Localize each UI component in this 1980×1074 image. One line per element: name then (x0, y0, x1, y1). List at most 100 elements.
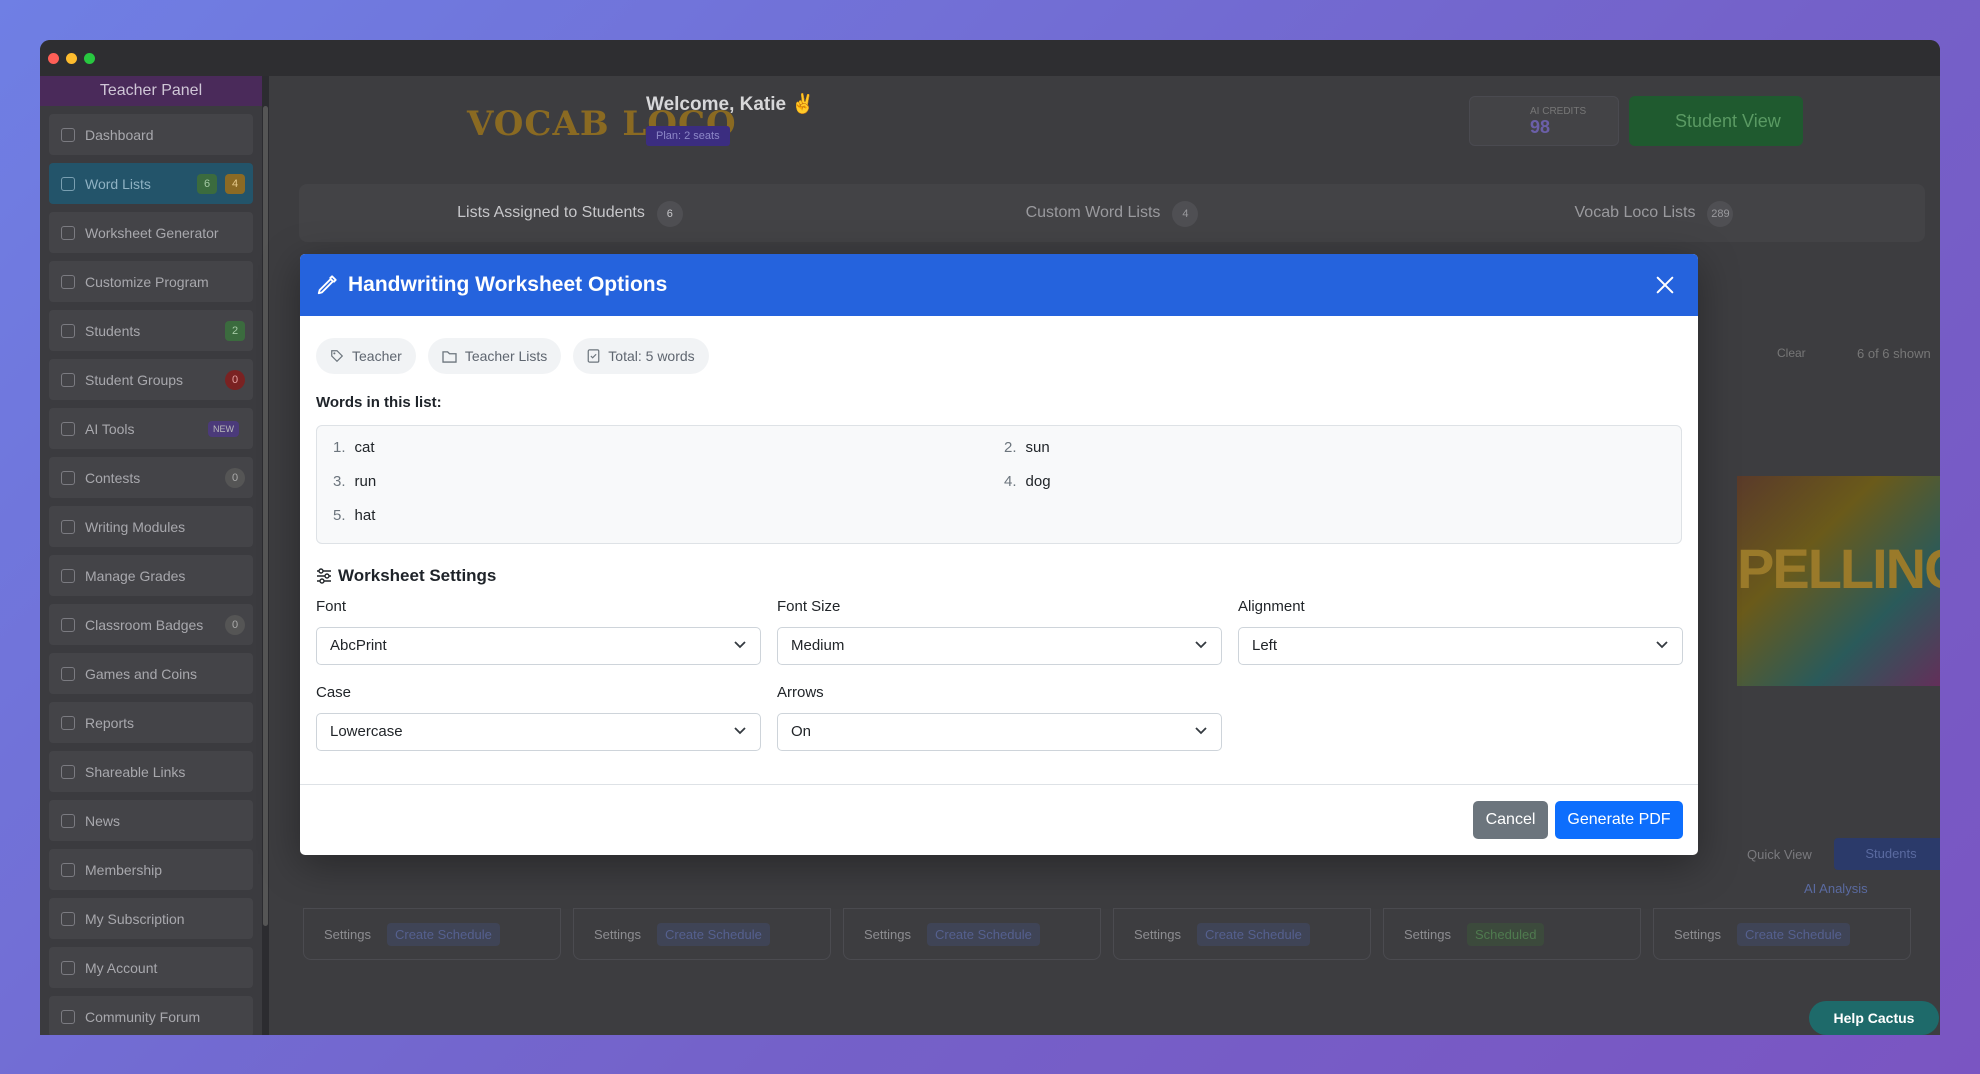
pencil-icon (317, 275, 337, 295)
info-icon (61, 1009, 75, 1024)
handwriting-worksheet-modal: Handwriting Worksheet Options Teacher Te… (300, 254, 1698, 855)
sidebar-item-contests[interactable]: Contests 0 (49, 457, 253, 498)
word-item: 2. sun (1004, 439, 1050, 456)
total-words-chip: Total: 5 words (573, 338, 709, 374)
title-bar (40, 40, 1940, 76)
quick-view-button[interactable]: Quick View (1747, 847, 1812, 862)
sidebar-item-manage-grades[interactable]: Manage Grades (49, 555, 253, 596)
ai-credits-value: 98 (1530, 117, 1551, 137)
modal-header: Handwriting Worksheet Options (300, 254, 1698, 316)
group-icon (61, 372, 75, 387)
create-schedule-button[interactable]: Create Schedule (1196, 922, 1310, 946)
sidebar-item-customize-program[interactable]: Customize Program (49, 261, 253, 302)
sidebar-item-community-forum[interactable]: Community Forum (49, 996, 253, 1035)
dashboard-icon (61, 127, 75, 142)
sliders-icon (61, 274, 75, 289)
settings-button[interactable]: Settings (1674, 927, 1721, 942)
sidebar-title: Teacher Panel (40, 76, 262, 106)
sidebar-item-worksheet-generator[interactable]: Worksheet Generator (49, 212, 253, 253)
word-item: 3. run (333, 473, 377, 490)
sidebar-item-reports[interactable]: Reports (49, 702, 253, 743)
count-badge: 0 (225, 370, 245, 390)
font-size-label: Font Size (777, 598, 841, 615)
count-pill: 6 (656, 201, 683, 227)
count-badge: 0 (225, 615, 245, 635)
sidebar-scrollbar[interactable] (262, 76, 269, 1035)
sidebar-item-ai-tools[interactable]: AI Tools NEW (49, 408, 253, 449)
word-item: 1. cat (333, 439, 375, 456)
close-window-button[interactable] (48, 53, 59, 64)
scheduled-badge[interactable]: Scheduled (1466, 922, 1545, 946)
count-badge: 6 (197, 174, 217, 194)
chevron-down-icon (734, 641, 746, 649)
font-label: Font (316, 598, 347, 615)
settings-button[interactable]: Settings (1404, 927, 1451, 942)
create-schedule-button[interactable]: Create Schedule (656, 922, 770, 946)
settings-button[interactable]: Settings (594, 927, 641, 942)
cancel-button[interactable]: Cancel (1473, 801, 1548, 839)
plan-badge: Plan: 2 seats (646, 126, 730, 146)
sidebar-item-student-groups[interactable]: Student Groups 0 (49, 359, 253, 400)
ai-credits-card: AI CREDITS 98 (1469, 96, 1619, 146)
minimize-window-button[interactable] (66, 53, 77, 64)
list-meta-chips: Teacher Teacher Lists Total: 5 words (316, 338, 721, 374)
coin-icon (61, 666, 75, 681)
card-actions: Settings Create Schedule (843, 908, 1101, 960)
close-icon[interactable] (1654, 274, 1676, 296)
students-button[interactable]: Students (1834, 838, 1940, 870)
sidebar-item-shareable-links[interactable]: Shareable Links (49, 751, 253, 792)
scrollbar-thumb[interactable] (263, 106, 268, 926)
settings-button[interactable]: Settings (324, 927, 371, 942)
help-cactus-button[interactable]: Help Cactus (1809, 1001, 1939, 1035)
printer-icon (61, 225, 75, 240)
alignment-select[interactable]: Left (1238, 627, 1683, 665)
chevron-down-icon (1195, 727, 1207, 735)
sidebar-item-my-subscription[interactable]: My Subscription (49, 898, 253, 939)
list-icon (61, 176, 75, 191)
bar-chart-icon (61, 715, 75, 730)
count-badge: 4 (225, 174, 245, 194)
settings-button[interactable]: Settings (864, 927, 911, 942)
maximize-window-button[interactable] (84, 53, 95, 64)
sidebar-item-dashboard[interactable]: Dashboard (49, 114, 253, 155)
gear-icon (61, 960, 75, 975)
clear-filter-button[interactable]: Clear (1777, 346, 1806, 360)
student-view-button[interactable]: Student View (1629, 96, 1803, 146)
edit-icon (61, 568, 75, 583)
case-select[interactable]: Lowercase (316, 713, 761, 751)
tab-vocab-loco-lists[interactable]: Vocab Loco Lists 289 (1383, 184, 1925, 242)
sidebar-item-news[interactable]: News (49, 800, 253, 841)
word-item: 5. hat (333, 507, 376, 524)
tab-assigned-lists[interactable]: Lists Assigned to Students 6 (299, 184, 841, 242)
create-schedule-button[interactable]: Create Schedule (1736, 922, 1850, 946)
award-icon (61, 617, 75, 632)
newspaper-icon (61, 813, 75, 828)
sidebar-item-my-account[interactable]: My Account (49, 947, 253, 988)
gem-icon (61, 862, 75, 877)
sidebar-item-games-and-coins[interactable]: Games and Coins (49, 653, 253, 694)
font-size-select[interactable]: Medium (777, 627, 1222, 665)
create-schedule-button[interactable]: Create Schedule (386, 922, 500, 946)
new-badge: NEW (208, 421, 239, 437)
sidebar-item-membership[interactable]: Membership (49, 849, 253, 890)
folder-icon (442, 350, 457, 363)
card-actions: Settings Create Schedule (1653, 908, 1911, 960)
ai-analysis-button[interactable]: AI Analysis (1804, 881, 1868, 896)
font-select[interactable]: AbcPrint (316, 627, 761, 665)
arrows-select[interactable]: On (777, 713, 1222, 751)
sidebar-item-writing-modules[interactable]: Writing Modules (49, 506, 253, 547)
words-heading: Words in this list: (316, 394, 442, 411)
worksheet-settings-heading: Worksheet Settings (316, 566, 496, 586)
settings-button[interactable]: Settings (1134, 927, 1181, 942)
sidebar-item-classroom-badges[interactable]: Classroom Badges 0 (49, 604, 253, 645)
link-icon (61, 764, 75, 779)
generate-pdf-button[interactable]: Generate PDF (1555, 801, 1683, 839)
sidebar-item-students[interactable]: Students 2 (49, 310, 253, 351)
tag-icon (331, 350, 344, 363)
sidebar-item-word-lists[interactable]: Word Lists 6 4 (49, 163, 253, 204)
ai-credits-label: AI CREDITS (1530, 106, 1587, 117)
users-icon (61, 323, 75, 338)
tab-custom-word-lists[interactable]: Custom Word Lists 4 (841, 184, 1383, 242)
create-schedule-button[interactable]: Create Schedule (926, 922, 1040, 946)
card-actions: Settings Create Schedule (303, 908, 561, 960)
